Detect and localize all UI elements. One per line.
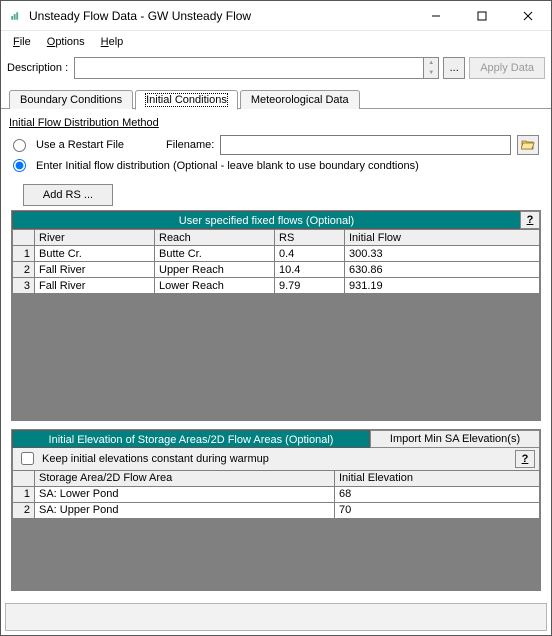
add-rs-button[interactable]: Add RS ... <box>23 184 113 206</box>
cell-reach[interactable]: Butte Cr. <box>155 246 275 262</box>
enter-distribution-row: Enter Initial flow distribution (Optiona… <box>9 157 543 174</box>
storage-areas-block: Initial Elevation of Storage Areas/2D Fl… <box>11 429 541 591</box>
storage-help-button[interactable]: ? <box>515 450 535 468</box>
cell-rs[interactable]: 0.4 <box>275 246 345 262</box>
cell-storage-area[interactable]: SA: Upper Pond <box>35 502 335 518</box>
description-label: Description : <box>7 62 70 74</box>
tab-boundary-conditions[interactable]: Boundary Conditions <box>9 90 133 109</box>
status-bar <box>5 603 547 631</box>
row-number: 2 <box>13 502 35 518</box>
cell-rs[interactable]: 9.79 <box>275 278 345 294</box>
filename-input[interactable] <box>220 135 511 155</box>
menu-help[interactable]: Help <box>93 34 132 50</box>
cell-initial-elevation[interactable]: 70 <box>335 502 540 518</box>
cell-reach[interactable]: Upper Reach <box>155 262 275 278</box>
menu-bar: File Options Help <box>1 31 551 53</box>
keep-elev-row: Keep initial elevations constant during … <box>12 448 540 470</box>
col-storage-area: Storage Area/2D Flow Area <box>35 470 335 486</box>
fixed-flows-table[interactable]: River Reach RS Initial Flow 1Butte Cr.Bu… <box>12 229 540 294</box>
spinner-down-icon[interactable]: ▼ <box>424 68 438 78</box>
table-header-row: River Reach RS Initial Flow <box>13 230 540 246</box>
tab-meteorological-data[interactable]: Meteorological Data <box>240 90 360 109</box>
menu-file[interactable]: File <box>5 34 39 50</box>
cell-river[interactable]: Fall River <box>35 278 155 294</box>
minimize-button[interactable] <box>413 1 459 30</box>
cell-initial-flow[interactable]: 630.86 <box>345 262 540 278</box>
table-row[interactable]: 1SA: Lower Pond68 <box>13 486 540 502</box>
initial-conditions-panel: Initial Flow Distribution Method Use a R… <box>1 109 551 601</box>
cell-reach[interactable]: Lower Reach <box>155 278 275 294</box>
col-river: River <box>35 230 155 246</box>
cell-rs[interactable]: 10.4 <box>275 262 345 278</box>
col-rs: RS <box>275 230 345 246</box>
use-restart-row: Use a Restart File Filename: <box>9 133 543 157</box>
col-reach: Reach <box>155 230 275 246</box>
tab-strip: Boundary Conditions Initial Conditions M… <box>1 87 551 109</box>
keep-elev-label: Keep initial elevations constant during … <box>42 453 269 465</box>
description-row: Description : ▲ ▼ ... Apply Data <box>1 53 551 87</box>
maximize-button[interactable] <box>459 1 505 30</box>
use-restart-radio[interactable] <box>13 139 26 152</box>
cell-river[interactable]: Butte Cr. <box>35 246 155 262</box>
keep-elev-checkbox[interactable] <box>21 452 34 465</box>
storage-title: Initial Elevation of Storage Areas/2D Fl… <box>12 430 370 448</box>
use-restart-label: Use a Restart File <box>36 139 124 151</box>
table-row[interactable]: 2SA: Upper Pond70 <box>13 502 540 518</box>
cell-storage-area[interactable]: SA: Lower Pond <box>35 486 335 502</box>
window-title: Unsteady Flow Data - GW Unsteady Flow <box>25 1 413 30</box>
col-initial-elevation: Initial Elevation <box>335 470 540 486</box>
fixed-flows-title: User specified fixed flows (Optional) <box>12 211 520 229</box>
cell-initial-elevation[interactable]: 68 <box>335 486 540 502</box>
enter-distribution-label: Enter Initial flow distribution (Optiona… <box>36 160 419 172</box>
col-initial-flow: Initial Flow <box>345 230 540 246</box>
table-row[interactable]: 2Fall RiverUpper Reach10.4630.86 <box>13 262 540 278</box>
storage-table[interactable]: Storage Area/2D Flow Area Initial Elevat… <box>12 470 540 519</box>
import-btn-label: Import Min SA Elevation(s) <box>390 433 520 445</box>
help-icon: ? <box>522 453 529 465</box>
corner-cell <box>13 230 35 246</box>
filename-label: Filename: <box>166 139 214 151</box>
section-title: Initial Flow Distribution Method <box>9 117 543 129</box>
row-number: 3 <box>13 278 35 294</box>
description-spinner[interactable]: ▲ ▼ <box>423 57 439 79</box>
cell-initial-flow[interactable]: 931.19 <box>345 278 540 294</box>
row-number: 2 <box>13 262 35 278</box>
tab-initial-conditions[interactable]: Initial Conditions <box>135 90 238 110</box>
app-icon <box>5 1 25 30</box>
row-number: 1 <box>13 486 35 502</box>
table-row[interactable]: 1Butte Cr.Butte Cr.0.4300.33 <box>13 246 540 262</box>
spinner-up-icon[interactable]: ▲ <box>424 58 438 68</box>
help-icon: ? <box>527 214 534 226</box>
enter-distribution-radio[interactable] <box>13 159 26 172</box>
title-bar: Unsteady Flow Data - GW Unsteady Flow <box>1 1 551 31</box>
fixed-flows-help-button[interactable]: ? <box>520 211 540 229</box>
apply-data-button[interactable]: Apply Data <box>469 57 545 79</box>
cell-river[interactable]: Fall River <box>35 262 155 278</box>
table-row[interactable]: 3Fall RiverLower Reach9.79931.19 <box>13 278 540 294</box>
close-button[interactable] <box>505 1 551 30</box>
import-min-sa-elev-button[interactable]: Import Min SA Elevation(s) <box>370 430 540 448</box>
cell-initial-flow[interactable]: 300.33 <box>345 246 540 262</box>
corner-cell <box>13 470 35 486</box>
open-file-button[interactable] <box>517 135 539 155</box>
table-header-row: Storage Area/2D Flow Area Initial Elevat… <box>13 470 540 486</box>
open-folder-icon <box>521 138 535 153</box>
description-input[interactable] <box>74 57 423 79</box>
fixed-flows-block: User specified fixed flows (Optional) ? … <box>11 210 541 421</box>
menu-options[interactable]: Options <box>39 34 93 50</box>
description-more-button[interactable]: ... <box>443 57 465 79</box>
row-number: 1 <box>13 246 35 262</box>
